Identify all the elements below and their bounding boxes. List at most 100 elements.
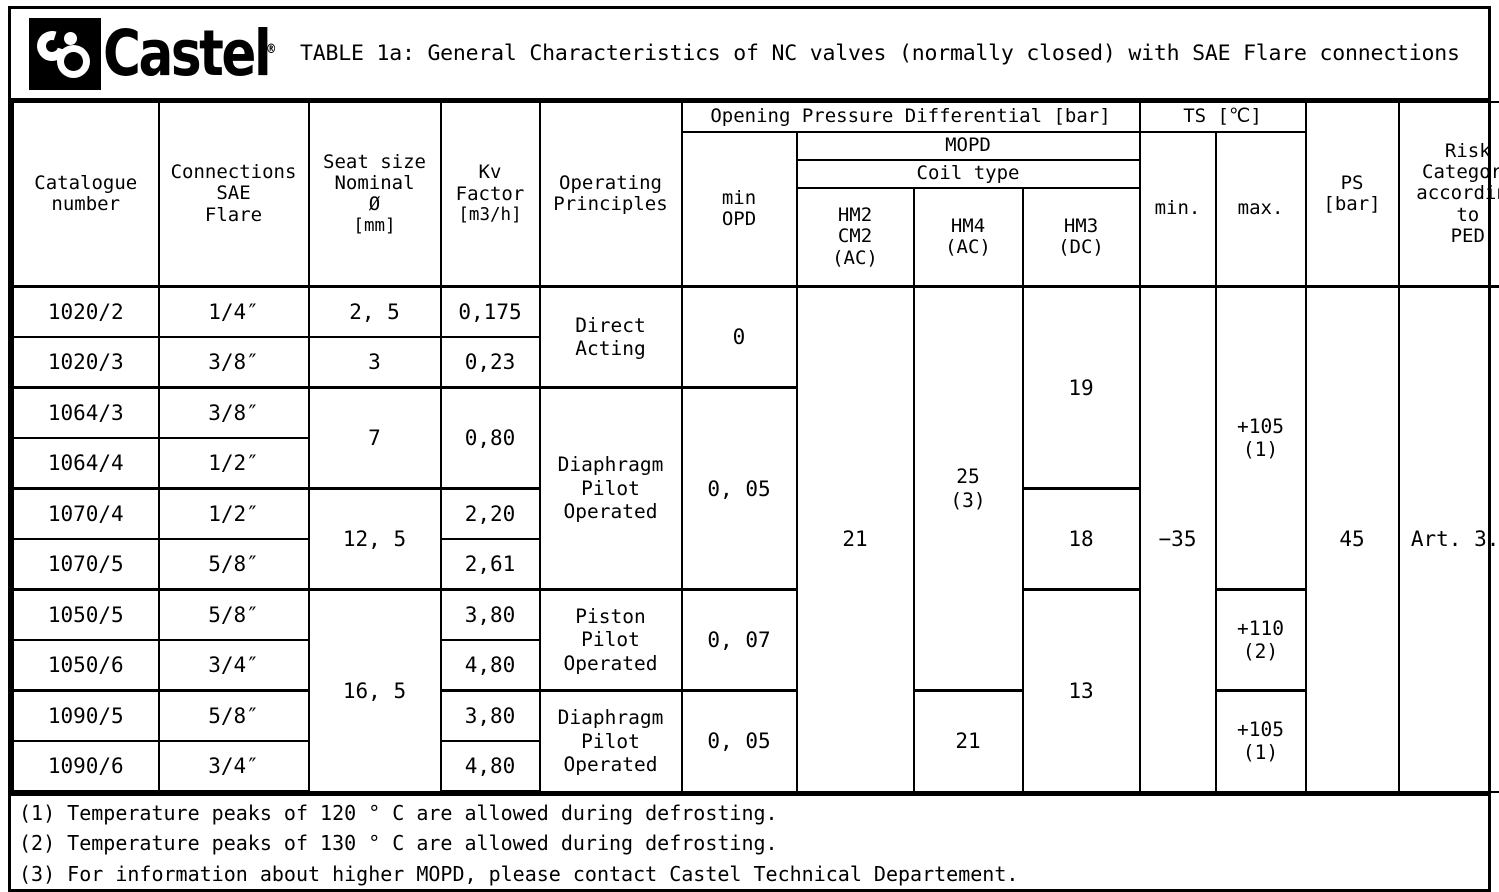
operating-line1: Direct xyxy=(543,314,679,337)
header-risk-category: Risk Category according to PED xyxy=(1399,102,1499,287)
header-catalogue-line2: number xyxy=(16,194,156,215)
operating-line1: Diaphragm xyxy=(543,453,679,476)
header-ps: PS [bar] xyxy=(1306,102,1399,287)
header-seat-line2: Nominal xyxy=(312,173,438,194)
header-coil-hm4-line2: (AC) xyxy=(917,237,1020,258)
cell-connection: 5/8″ xyxy=(159,590,309,641)
cell-catalogue: 1050/5 xyxy=(13,590,159,641)
cell-seat-size: 2, 5 xyxy=(309,287,441,338)
registered-mark-icon: ® xyxy=(266,42,274,57)
cell-catalogue: 1064/4 xyxy=(13,438,159,489)
characteristics-table: Catalogue number Connections SAE Flare S… xyxy=(11,101,1499,793)
header-min-opd-line2: OPD xyxy=(685,209,794,230)
ts-max-value: +105 xyxy=(1219,718,1303,741)
header-risk-line3: according xyxy=(1402,183,1499,204)
cell-ts-min: −35 xyxy=(1140,287,1216,792)
cell-mopd-hm3: 13 xyxy=(1023,590,1140,792)
header-risk-line2: Category xyxy=(1402,162,1499,183)
cell-operating-principle: Direct Acting xyxy=(540,287,682,388)
cell-connection: 3/4″ xyxy=(159,741,309,792)
header-seat-line4: [mm] xyxy=(312,216,438,237)
operating-line3: Operated xyxy=(543,652,679,675)
header-coil-hm2-cm2: HM2 CM2 (AC) xyxy=(797,188,914,287)
table-outer-frame: Castel® TABLE 1a: General Characteristic… xyxy=(8,6,1491,892)
cell-min-opd: 0, 05 xyxy=(682,388,797,590)
header-coil-hm2-line3: (AC) xyxy=(800,248,911,269)
cell-mopd-hm4: 25 (3) xyxy=(914,287,1023,691)
mopd-hm4-note: (3) xyxy=(917,489,1020,512)
cell-min-opd: 0, 07 xyxy=(682,590,797,691)
cell-kv: 2,20 xyxy=(441,489,540,540)
cell-seat-size: 3 xyxy=(309,337,441,388)
header-seat-line3: Ø xyxy=(312,194,438,215)
cell-ps: 45 xyxy=(1306,287,1399,792)
header-connections: Connections SAE Flare xyxy=(159,102,309,287)
cell-kv: 0,175 xyxy=(441,287,540,338)
cell-risk-category: Art. 3. 3 xyxy=(1399,287,1499,792)
operating-line3: Operated xyxy=(543,753,679,776)
header-ts-group: TS [℃] xyxy=(1140,102,1306,132)
cell-operating-principle: Piston Pilot Operated xyxy=(540,590,682,691)
operating-line3: Operated xyxy=(543,500,679,523)
cell-connection: 1/2″ xyxy=(159,489,309,540)
header-coil-hm2-line1: HM2 xyxy=(800,205,911,226)
ts-max-value: +110 xyxy=(1219,617,1303,640)
mopd-hm4-value: 25 xyxy=(917,465,1020,488)
cell-ts-max: +105 (1) xyxy=(1216,691,1306,792)
castel-wordmark-text: Castel xyxy=(103,17,269,90)
header-ps-line1: PS xyxy=(1309,173,1396,194)
header-risk-line4: to xyxy=(1402,205,1499,226)
header-risk-line5: PED xyxy=(1402,226,1499,247)
cell-connection: 5/8″ xyxy=(159,539,309,590)
header-connections-line3: Flare xyxy=(162,205,306,226)
cell-kv: 0,80 xyxy=(441,388,540,489)
header-row-1: Catalogue number Connections SAE Flare S… xyxy=(13,102,1499,132)
cell-connection: 1/4″ xyxy=(159,287,309,338)
cell-operating-principle: Diaphragm Pilot Operated xyxy=(540,388,682,590)
cell-mopd-hm2-cm2: 21 xyxy=(797,287,914,792)
cell-connection: 3/8″ xyxy=(159,388,309,439)
header-kv-line3: [m3/h] xyxy=(444,205,537,226)
cell-seat-size: 16, 5 xyxy=(309,590,441,792)
header-opd-group: Opening Pressure Differential [bar] xyxy=(682,102,1140,132)
castel-wordmark: Castel® xyxy=(103,22,274,85)
cell-catalogue: 1020/3 xyxy=(13,337,159,388)
table-page: Castel® TABLE 1a: General Characteristic… xyxy=(0,0,1499,868)
operating-line2: Pilot xyxy=(543,477,679,500)
cell-mopd-hm3: 19 xyxy=(1023,287,1140,489)
cell-catalogue: 1090/5 xyxy=(13,691,159,742)
cell-catalogue: 1020/2 xyxy=(13,287,159,338)
footnote-1: (1) Temperature peaks of 120 ° C are all… xyxy=(19,798,1488,828)
cell-seat-size: 7 xyxy=(309,388,441,489)
header-ts-min: min. xyxy=(1140,132,1216,287)
header-min-opd-line1: min xyxy=(685,188,794,209)
cell-kv: 3,80 xyxy=(441,590,540,641)
cell-catalogue: 1070/5 xyxy=(13,539,159,590)
operating-line2: Pilot xyxy=(543,730,679,753)
header-min-opd: min OPD xyxy=(682,132,797,287)
header-kv-line2: Factor xyxy=(444,184,537,205)
cell-mopd-hm3: 18 xyxy=(1023,489,1140,590)
header-ps-line2: [bar] xyxy=(1309,194,1396,215)
header-connections-line1: Connections xyxy=(162,162,306,183)
footnote-2: (2) Temperature peaks of 130 ° C are all… xyxy=(19,828,1488,858)
header-operating-line2: Principles xyxy=(543,194,679,215)
footnote-3: (3) For information about higher MOPD, p… xyxy=(19,859,1488,889)
cell-seat-size: 12, 5 xyxy=(309,489,441,590)
cell-ts-max: +105 (1) xyxy=(1216,287,1306,590)
table-row: 1090/5 5/8″ 3,80 Diaphragm Pilot Operate… xyxy=(13,691,1499,742)
cell-kv: 4,80 xyxy=(441,640,540,691)
header-catalogue-number: Catalogue number xyxy=(13,102,159,287)
logo-small-dot-icon xyxy=(64,32,77,45)
title-band: Castel® TABLE 1a: General Characteristic… xyxy=(11,9,1488,101)
cell-kv: 3,80 xyxy=(441,691,540,742)
header-coil-hm3: HM3 (DC) xyxy=(1023,188,1140,287)
header-connections-line2: SAE xyxy=(162,183,306,204)
operating-line1: Diaphragm xyxy=(543,706,679,729)
cell-ts-max: +110 (2) xyxy=(1216,590,1306,691)
cell-operating-principle: Diaphragm Pilot Operated xyxy=(540,691,682,792)
operating-line2: Acting xyxy=(543,337,679,360)
ts-max-value: +105 xyxy=(1219,415,1303,438)
header-ts-max: max. xyxy=(1216,132,1306,287)
header-mopd: MOPD xyxy=(797,132,1140,160)
